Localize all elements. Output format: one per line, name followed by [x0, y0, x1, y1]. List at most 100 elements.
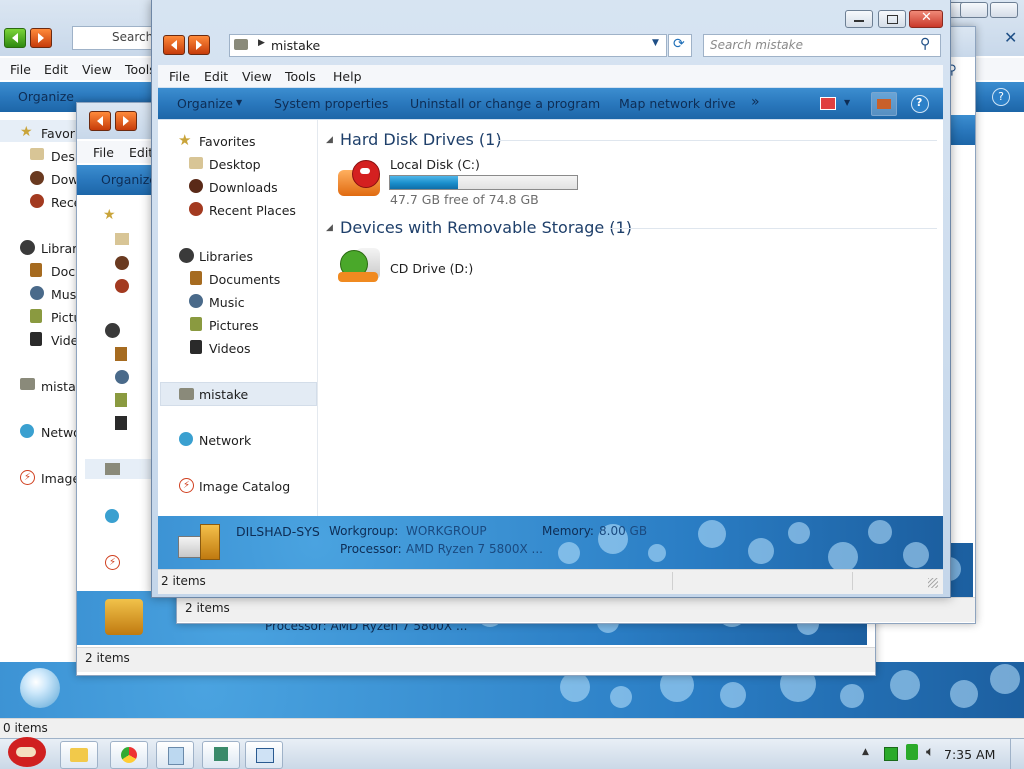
memory-label: Memory: — [542, 524, 594, 538]
desktop-icon — [189, 157, 203, 169]
back-window-forward-button[interactable] — [30, 28, 52, 48]
menu-help[interactable]: Help — [333, 69, 362, 84]
address-dropdown-icon[interactable]: ▼ — [652, 38, 659, 48]
main-minimize-button[interactable] — [845, 10, 873, 28]
view-options-chevron-down-icon[interactable]: ▼ — [844, 98, 850, 107]
main-address-bar[interactable]: ▶ mistake ▼ — [229, 34, 667, 57]
local-disk-usage-bar — [389, 175, 578, 190]
middle-menu-file[interactable]: File — [93, 145, 114, 160]
preview-pane-button[interactable] — [871, 92, 897, 116]
libraries-icon — [179, 248, 194, 263]
taskbar-window-button[interactable] — [245, 741, 283, 769]
back-music-icon — [30, 286, 44, 300]
videos-icon — [190, 340, 202, 354]
middle-organize-button[interactable]: Organize — [101, 172, 157, 187]
taskbar-explorer-button[interactable] — [60, 741, 98, 769]
start-button[interactable] — [4, 733, 48, 769]
local-disk-name[interactable]: Local Disk (C:) — [390, 157, 480, 172]
removable-section-header[interactable]: Devices with Removable Storage (1) — [340, 218, 632, 237]
help-button[interactable]: ? — [911, 95, 929, 113]
resize-grip-icon[interactable] — [928, 578, 938, 588]
menu-file[interactable]: File — [169, 69, 190, 84]
nav-recent-places[interactable]: Recent Places — [209, 203, 296, 218]
music-icon — [189, 294, 203, 308]
hdd-section-header[interactable]: Hard Disk Drives (1) — [340, 130, 502, 149]
menu-tools[interactable]: Tools — [285, 69, 316, 84]
view-options-icon[interactable] — [820, 97, 836, 110]
main-close-button[interactable]: ✕ — [909, 10, 943, 28]
nav-downloads[interactable]: Downloads — [209, 180, 278, 195]
back-window-maximize-button[interactable] — [960, 2, 988, 18]
middle-forward-button[interactable] — [115, 111, 137, 131]
cd-drive-name[interactable]: CD Drive (D:) — [390, 261, 473, 276]
middle-image-catalog-icon: ⚡ — [105, 555, 120, 570]
menu-edit[interactable]: Edit — [204, 69, 228, 84]
address-computer-icon — [234, 39, 248, 50]
nav-network[interactable]: Network — [199, 433, 251, 448]
back-window-restore-button[interactable] — [990, 2, 1018, 18]
menu-view[interactable]: View — [242, 69, 272, 84]
nav-image-catalog[interactable]: Image Catalog — [199, 479, 290, 494]
back-menu-file[interactable]: File — [10, 62, 31, 77]
recent-places-icon — [189, 202, 203, 216]
middle-back-button[interactable] — [89, 111, 111, 131]
uninstall-program-button[interactable]: Uninstall or change a program — [410, 96, 600, 111]
main-search-input[interactable]: Search mistake — [710, 38, 803, 52]
folder-icon — [70, 748, 88, 762]
back-pictures-icon — [30, 309, 42, 323]
back-recent-icon — [30, 194, 44, 208]
taskbar-chrome-button[interactable] — [110, 741, 148, 769]
nav-videos[interactable]: Videos — [209, 341, 251, 356]
middle-mistake-computer-icon — [105, 463, 120, 475]
back-menu-view[interactable]: View — [82, 62, 112, 77]
nav-music[interactable]: Music — [209, 295, 245, 310]
back-downloads-icon — [30, 171, 44, 185]
hdd-collapse-icon[interactable]: ◢ — [326, 135, 333, 145]
nav-desktop[interactable]: Desktop — [209, 157, 261, 172]
cd-drive-icon — [338, 244, 384, 284]
main-forward-button[interactable] — [188, 35, 210, 55]
search-icon[interactable]: ⚲ — [920, 36, 930, 52]
toolbar-more-button[interactable]: » — [751, 94, 760, 110]
local-disk-free-text: 47.7 GB free of 74.8 GB — [390, 192, 539, 207]
network-tray-icon[interactable] — [906, 744, 918, 760]
clock-time[interactable]: 7:35 AM — [944, 747, 995, 762]
back-window-search-text[interactable]: Search — [112, 30, 153, 44]
back-menu-edit[interactable]: Edit — [44, 62, 68, 77]
main-maximize-button[interactable] — [878, 10, 906, 28]
back-statusbar — [0, 718, 1024, 739]
taskbar: ▲ 🔈︎ 7:35 AM — [0, 737, 1024, 769]
main-search-box[interactable]: Search mistake ⚲ — [703, 34, 941, 57]
taskbar-network-button[interactable] — [202, 741, 240, 769]
nav-favorites[interactable]: Favorites — [199, 134, 255, 149]
map-network-drive-button[interactable]: Map network drive — [619, 96, 736, 111]
back-window-close-icon[interactable]: ✕ — [1004, 28, 1017, 47]
back-organize-button[interactable]: Organize — [18, 89, 74, 104]
processor-value: AMD Ryzen 7 5800X ... — [406, 542, 543, 556]
refresh-button[interactable]: ⟳ — [668, 34, 692, 57]
statusbar-divider — [672, 572, 673, 590]
action-center-icon[interactable] — [884, 747, 898, 761]
main-back-button[interactable] — [163, 35, 185, 55]
nav-documents[interactable]: Documents — [209, 272, 280, 287]
show-hidden-icons-chevron-up-icon[interactable]: ▲ — [862, 747, 869, 757]
show-desktop-button[interactable] — [1010, 739, 1024, 769]
nav-pictures[interactable]: Pictures — [209, 318, 259, 333]
back-help-icon[interactable]: ? — [992, 88, 1010, 106]
system-properties-button[interactable]: System properties — [274, 96, 388, 111]
image-catalog-icon: ⚡ — [179, 478, 194, 493]
nav-mistake[interactable]: mistake — [199, 387, 248, 402]
workgroup-value: WORKGROUP — [406, 524, 487, 538]
address-text[interactable]: mistake — [271, 38, 320, 53]
volume-icon[interactable]: 🔈︎ — [926, 744, 934, 760]
middle-documents-icon — [115, 347, 127, 361]
back-network-icon — [20, 424, 34, 438]
nav-libraries[interactable]: Libraries — [199, 249, 253, 264]
organize-button[interactable]: Organize — [177, 96, 233, 111]
removable-collapse-icon[interactable]: ◢ — [326, 223, 333, 233]
back-favorites-star-icon: ★ — [20, 124, 33, 140]
taskbar-notepad-button[interactable] — [156, 741, 194, 769]
middle-menu-edit[interactable]: Edit — [129, 145, 153, 160]
middle-libraries-icon — [105, 323, 120, 338]
back-window-back-button[interactable] — [4, 28, 26, 48]
